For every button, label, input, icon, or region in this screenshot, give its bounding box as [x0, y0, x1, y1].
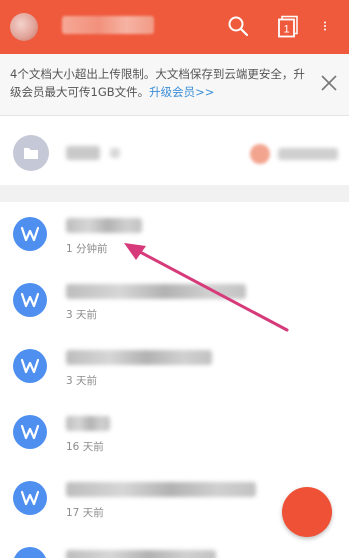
tabs-count: 1	[283, 24, 289, 36]
tabs-icon[interactable]: 1	[276, 14, 300, 38]
close-icon[interactable]	[320, 74, 338, 92]
search-icon[interactable]	[226, 14, 250, 38]
file-name	[66, 350, 212, 365]
file-name-partial	[66, 550, 216, 558]
account-name	[62, 16, 154, 34]
file-name	[66, 482, 256, 497]
file-name	[66, 218, 142, 233]
folder-name-extra	[110, 148, 120, 158]
file-time: 3 天前	[66, 375, 98, 387]
file-name	[66, 284, 246, 299]
banner-text: 4个文档大小超出上传限制。大文档保存到云端更安全，升级会员最大可传1GB文件。升…	[10, 65, 315, 101]
app-header: 1	[0, 0, 349, 54]
file-row[interactable]: 3 天前	[0, 268, 349, 334]
share-label	[278, 148, 338, 160]
wps-writer-icon	[13, 283, 47, 317]
file-row[interactable]: 1 分钟前	[0, 202, 349, 268]
wps-writer-icon	[13, 415, 47, 449]
file-name	[66, 416, 110, 431]
wps-writer-icon	[13, 217, 47, 251]
file-row[interactable]: 16 天前	[0, 400, 349, 466]
new-document-fab[interactable]	[282, 487, 332, 537]
section-divider	[0, 185, 349, 202]
file-row-partial[interactable]	[0, 532, 349, 558]
file-time: 1 分钟前	[66, 243, 108, 255]
file-time: 3 天前	[66, 309, 98, 321]
wps-writer-icon	[13, 481, 47, 515]
file-time: 16 天前	[66, 441, 104, 453]
folder-name	[66, 146, 100, 160]
upload-limit-banner: 4个文档大小超出上传限制。大文档保存到云端更安全，升级会员最大可传1GB文件。升…	[0, 54, 349, 116]
file-time: 17 天前	[66, 507, 104, 519]
more-vertical-icon[interactable]	[322, 14, 334, 38]
folder-row[interactable]	[0, 117, 349, 185]
wps-writer-icon	[13, 547, 47, 558]
avatar[interactable]	[10, 13, 38, 41]
upgrade-link[interactable]: 升级会员>>	[149, 85, 214, 99]
wps-writer-icon	[13, 349, 47, 383]
folder-icon	[13, 135, 49, 171]
file-row[interactable]: 3 天前	[0, 334, 349, 400]
share-avatar	[250, 144, 270, 164]
